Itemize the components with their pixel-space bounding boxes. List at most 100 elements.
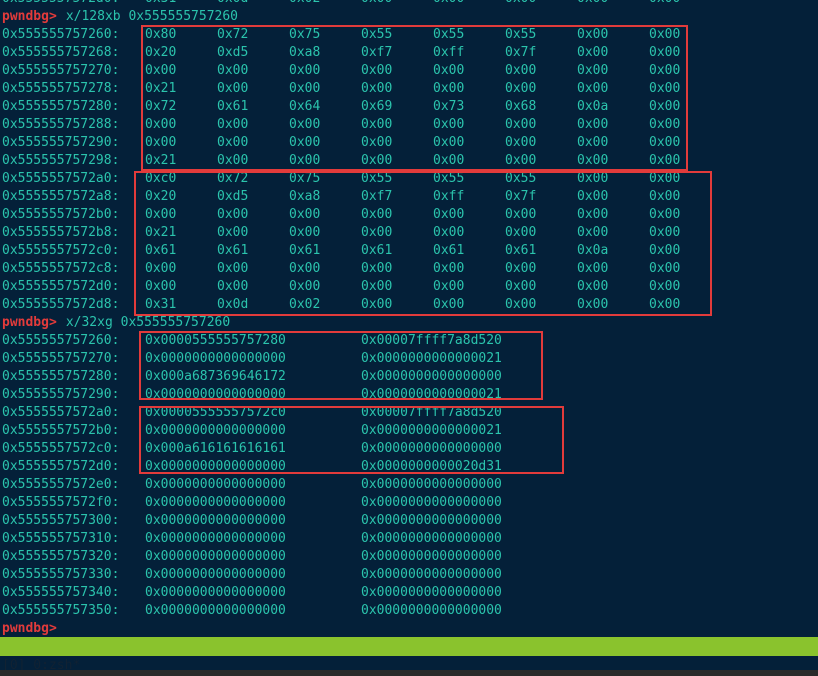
byte-value: 0x61 <box>217 99 249 114</box>
memory-row: 0x555555757270: 0x00 0x00 0x00 0x00 0x00 0x00 0… <box>0 62 818 80</box>
byte-value: 0x61 <box>145 243 177 258</box>
qword-value: 0x0000000000000000 <box>361 495 502 510</box>
qword-value: 0x0000000000000000 <box>361 585 502 600</box>
byte-value: 0x00 <box>505 279 537 294</box>
memory-row: 0x555555757310: 0x0000000000000000 0x00000… <box>0 530 818 548</box>
memory-address: 0x555555757298: <box>2 153 120 168</box>
window-bottom-edge <box>0 670 818 676</box>
byte-value: 0x00 <box>433 297 465 312</box>
byte-value: 0xa8 <box>289 189 321 204</box>
byte-value: 0x00 <box>649 243 681 258</box>
command-text: x/32xg 0x555555757260 <box>58 315 231 330</box>
qword-value: 0x0000000000000000 <box>145 495 286 510</box>
byte-value: 0x00 <box>361 117 393 132</box>
byte-value: 0x21 <box>145 81 177 96</box>
byte-value: 0x00 <box>145 135 177 150</box>
memory-row: 0x5555557572b0: 0x00 0x00 0x00 0x00 0x00 0x00 0… <box>0 206 818 224</box>
qword-value: 0x0000000000000000 <box>145 531 286 546</box>
byte-value: 0x00 <box>577 297 609 312</box>
byte-value: 0x00 <box>649 117 681 132</box>
byte-value: 0x00 <box>361 261 393 276</box>
byte-value: 0x00 <box>289 225 321 240</box>
memory-address: 0x555555757260: <box>2 27 120 42</box>
memory-row: 0x5555557572f0: 0x0000000000000000 0x00000… <box>0 494 818 512</box>
byte-value: 0x00 <box>649 45 681 60</box>
byte-value: 0x00 <box>217 279 249 294</box>
qword-value: 0x00005555557572c0 <box>145 405 286 420</box>
qword-value: 0x0000555555757280 <box>145 333 286 348</box>
prompt-label: pwndbg> <box>2 621 57 636</box>
byte-value: 0x00 <box>577 81 609 96</box>
byte-value: 0x00 <box>577 45 609 60</box>
qword-value: 0x0000000000000000 <box>361 441 502 456</box>
byte-value: 0x00 <box>577 27 609 42</box>
byte-value: 0x00 <box>289 135 321 150</box>
memory-address: 0x5555557572c0: <box>2 243 120 258</box>
memory-address: 0x555555757290: <box>2 387 120 402</box>
byte-value: 0x00 <box>649 27 681 42</box>
memory-row: 0x5555557572d0: 0x31 0x0d 0x02 0x00 0x00 0x00 0… <box>0 0 818 8</box>
byte-value: 0x00 <box>577 189 609 204</box>
prompt-label: pwndbg> <box>2 315 57 330</box>
byte-value: 0x00 <box>289 153 321 168</box>
prompt-line: pwndbg> x/32xg 0x555555757260 <box>0 314 818 332</box>
byte-value: 0x00 <box>433 135 465 150</box>
byte-value: 0x31 <box>145 0 176 8</box>
byte-value: 0x00 <box>289 207 321 222</box>
byte-value: 0x00 <box>433 279 465 294</box>
qword-value: 0x0000000000000000 <box>361 369 502 384</box>
byte-value: 0x00 <box>361 135 393 150</box>
memory-address: 0x5555557572c0: <box>2 441 120 456</box>
byte-value: 0x61 <box>289 243 321 258</box>
memory-row: 0x5555557572b8: 0x21 0x00 0x00 0x00 0x00 0x00 0… <box>0 224 818 242</box>
qword-value: 0x0000000000000000 <box>361 603 502 618</box>
memory-row: 0x555555757350: 0x0000000000000000 0x00000… <box>0 602 818 620</box>
byte-value: 0x00 <box>433 207 465 222</box>
memory-address: 0x555555757280: <box>2 369 120 384</box>
memory-address: 0x5555557572b0: <box>2 207 120 222</box>
byte-value: 0x00 <box>361 153 393 168</box>
byte-value: 0x00 <box>433 0 464 8</box>
byte-value: 0x72 <box>217 171 249 186</box>
memory-address: 0x555555757320: <box>2 549 120 564</box>
byte-value: 0xd5 <box>217 45 249 60</box>
memory-row: 0x555555757288: 0x00 0x00 0x00 0x00 0x00 0x00 0… <box>0 116 818 134</box>
memory-row: 0x555555757340: 0x0000000000000000 0x00000… <box>0 584 818 602</box>
byte-value: 0x61 <box>361 243 393 258</box>
byte-value: 0xd5 <box>217 189 249 204</box>
byte-value: 0x00 <box>577 207 609 222</box>
byte-value: 0x00 <box>217 63 249 78</box>
byte-value: 0x00 <box>217 117 249 132</box>
byte-value: 0x55 <box>433 171 465 186</box>
memory-address: 0x5555557572a0: <box>2 171 120 186</box>
terminal-output[interactable]: 0x5555557572d0:0x310x0d0x020x000x000x000… <box>0 0 818 638</box>
byte-value: 0x00 <box>361 81 393 96</box>
byte-value: 0xf7 <box>361 45 393 60</box>
byte-value: 0x00 <box>145 117 177 132</box>
memory-row: 0x555555757260: 0x0000555555757280 0x00007… <box>0 332 818 350</box>
byte-value: 0x00 <box>505 63 537 78</box>
byte-value: 0x00 <box>145 279 177 294</box>
byte-value: 0x00 <box>577 0 608 8</box>
byte-value: 0x20 <box>145 189 177 204</box>
byte-value: 0x00 <box>217 81 249 96</box>
qword-value: 0x00007ffff7a8d520 <box>361 405 502 420</box>
memory-row: 0x555555757260: 0x80 0x72 0x75 0x55 0x55 0x55 0… <box>0 26 818 44</box>
memory-row: 0x5555557572c0: 0x61 0x61 0x61 0x61 0x61 0x61 0… <box>0 242 818 260</box>
byte-value: 0x00 <box>145 261 177 276</box>
memory-address: 0x5555557572f0: <box>2 495 120 510</box>
qword-value: 0x0000000000000000 <box>361 513 502 528</box>
memory-address: 0x555555757268: <box>2 45 120 60</box>
qword-value: 0x0000000000000000 <box>361 567 502 582</box>
byte-value: 0x00 <box>649 99 681 114</box>
byte-value: 0x00 <box>505 135 537 150</box>
byte-value: 0x00 <box>649 81 681 96</box>
byte-value: 0xc0 <box>145 171 177 186</box>
byte-value: 0x00 <box>649 279 681 294</box>
memory-row: 0x5555557572a8: 0x20 0xd5 0xa8 0xf7 0xff 0x7f 0… <box>0 188 818 206</box>
byte-value: 0x0a <box>577 99 609 114</box>
byte-value: 0x69 <box>361 99 393 114</box>
prompt-line: pwndbg> x/128xb 0x555555757260 <box>0 8 818 26</box>
qword-value: 0x0000000000000000 <box>145 351 286 366</box>
byte-value: 0x00 <box>577 153 609 168</box>
